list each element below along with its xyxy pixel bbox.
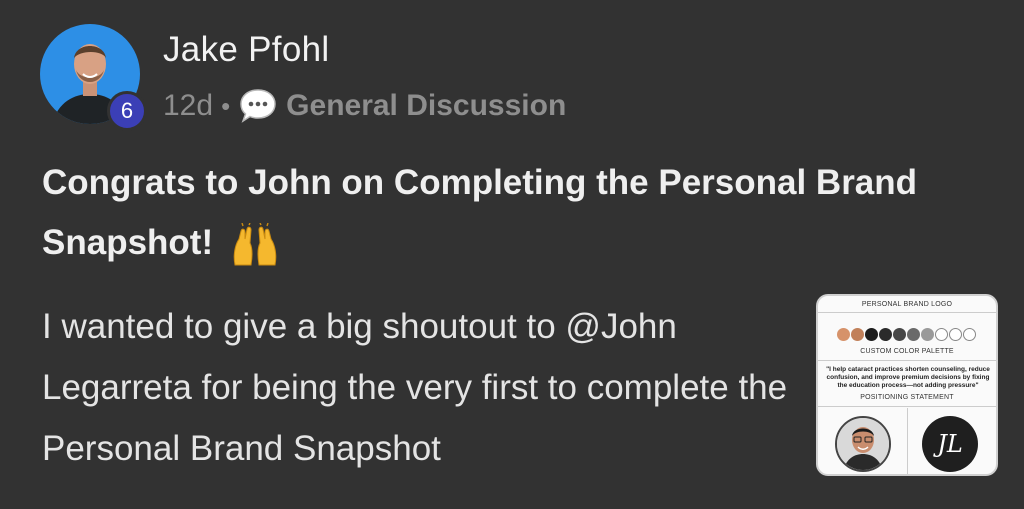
thumb-divider [818,406,996,407]
monogram-logo: JL [922,416,978,472]
post-meta: 12d • General Discussion [163,86,566,126]
color-swatch [851,328,864,341]
meta-separator: • [221,90,231,121]
color-swatch [837,328,850,341]
color-swatch [949,328,962,341]
palette-label: CUSTOM COLOR PALETTE [860,348,954,355]
level-badge: 6 [107,91,147,131]
color-swatch [963,328,976,341]
positioning-quote: "I help cataract practices shorten couns… [826,366,990,389]
post-title-text: Congrats to John on Completing the Perso… [42,163,918,262]
color-swatch [865,328,878,341]
color-palette [837,328,976,341]
attachment-thumbnail[interactable]: PERSONAL BRAND LOGO CUSTOM COLOR PALETTE… [816,294,998,476]
post-title[interactable]: Congrats to John on Completing the Perso… [42,153,1012,273]
headshot-photo [837,418,889,470]
color-swatch [879,328,892,341]
author-name[interactable]: Jake Pfohl [163,30,329,70]
headshot-image [835,416,891,472]
speech-bubble-icon [240,89,276,123]
post-age: 12d [163,89,214,122]
positioning-label: POSITIONING STATEMENT [860,394,954,401]
color-swatch [921,328,934,341]
post-body: I wanted to give a big shoutout to @John… [42,307,788,468]
color-swatch [935,328,948,341]
thumb-divider [818,360,996,361]
thumb-divider-vertical [907,408,908,474]
color-swatch [907,328,920,341]
raising-hands-icon [233,222,277,266]
category-link[interactable]: General Discussion [286,89,566,123]
thumb-divider [818,312,996,313]
author-avatar-wrap[interactable]: 6 [40,24,147,131]
color-swatch [893,328,906,341]
logo-label: PERSONAL BRAND LOGO [861,301,953,308]
